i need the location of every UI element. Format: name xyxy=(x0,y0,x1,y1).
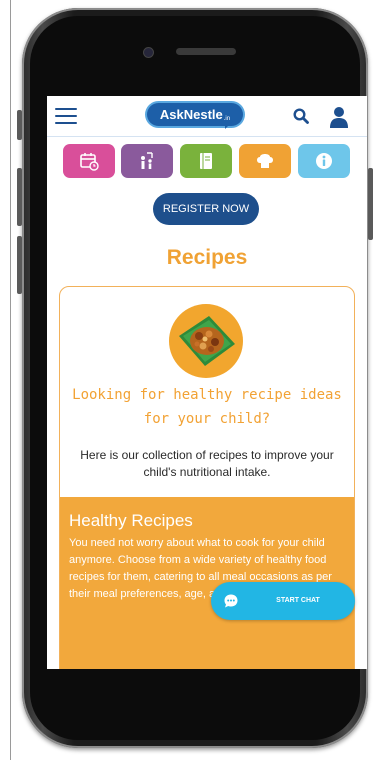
power-button xyxy=(368,168,373,240)
volume-up-button xyxy=(17,168,22,226)
category-info-button[interactable] xyxy=(298,144,350,178)
category-growth-button[interactable] xyxy=(121,144,173,178)
logo-speech-tail xyxy=(225,121,233,129)
healthy-recipes-title: Healthy Recipes xyxy=(69,511,193,530)
chat-bubble-icon xyxy=(224,594,238,608)
front-camera xyxy=(143,47,154,58)
top-navbar: AskNestle.in xyxy=(47,96,367,137)
category-calendar-button[interactable] xyxy=(63,144,115,178)
earpiece-speaker xyxy=(176,48,236,55)
intro-heading: Looking for healthy recipe ideas for you… xyxy=(72,387,342,427)
category-notebook-button[interactable] xyxy=(180,144,232,178)
category-recipes-button[interactable] xyxy=(239,144,291,178)
info-icon xyxy=(316,153,332,169)
notebook-icon xyxy=(200,153,212,169)
search-icon[interactable] xyxy=(293,108,309,124)
frame-border-line xyxy=(10,0,11,760)
start-chat-button[interactable]: START CHAT xyxy=(211,582,355,620)
volume-down-button xyxy=(17,236,22,294)
category-shortcuts xyxy=(63,144,353,178)
food-plate-illustration xyxy=(179,316,235,366)
phone-screen: AskNestle.in REGISTER NOW Recipes Lookin… xyxy=(47,96,367,669)
intro-text: Here is our collection of recipes to imp… xyxy=(80,448,334,479)
page-title: Recipes xyxy=(166,246,248,269)
user-icon[interactable] xyxy=(329,106,349,128)
hamburger-menu-icon[interactable] xyxy=(55,107,77,125)
mute-switch xyxy=(17,110,22,140)
start-chat-label: START CHAT xyxy=(276,597,320,604)
chef-hat-icon xyxy=(257,154,273,168)
recipe-food-image xyxy=(169,304,243,378)
calendar-icon xyxy=(80,153,99,171)
register-now-button[interactable]: REGISTER NOW xyxy=(153,193,259,225)
growth-chart-icon xyxy=(141,152,153,169)
logo-text: AskNestle xyxy=(159,107,223,122)
